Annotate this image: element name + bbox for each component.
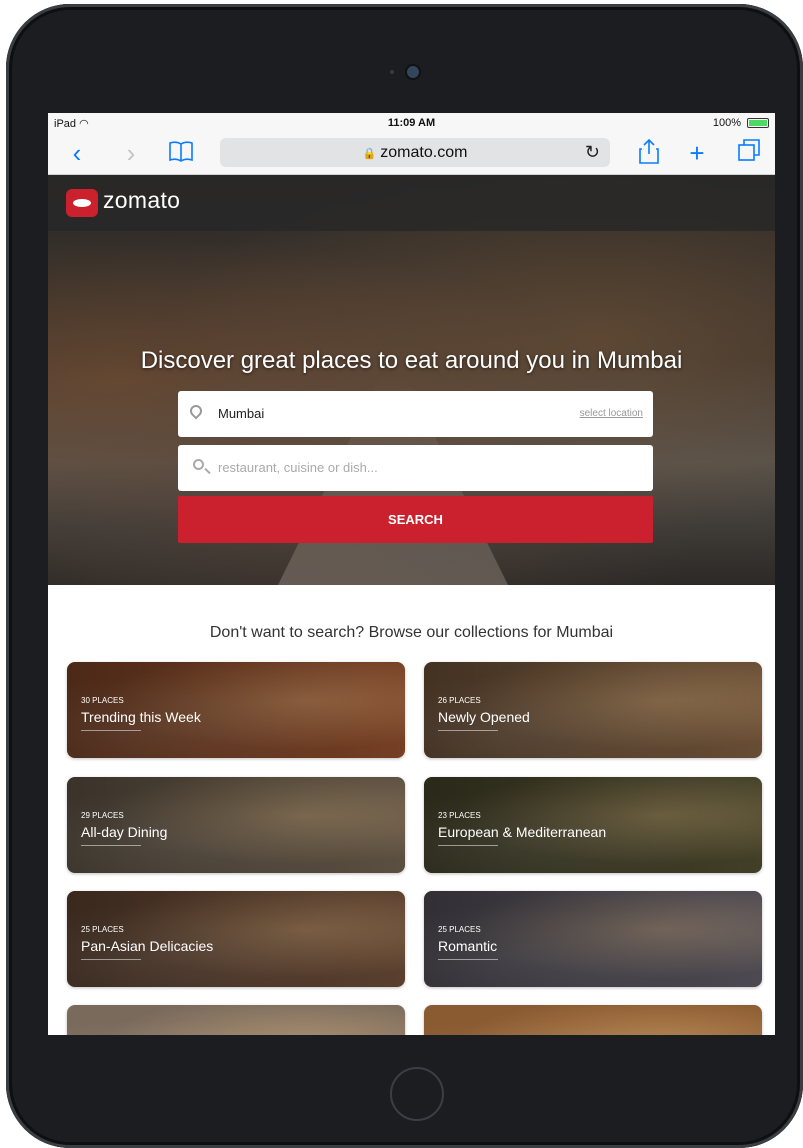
- collection-card[interactable]: [424, 1005, 762, 1035]
- collection-card[interactable]: 30 PLACES Trending this Week: [67, 662, 405, 758]
- collection-image: [67, 1005, 405, 1035]
- logo-text[interactable]: zomato: [103, 187, 180, 214]
- collection-count: 23 PLACES: [438, 811, 481, 820]
- collection-count: 29 PLACES: [81, 811, 124, 820]
- reload-icon[interactable]: ↻: [585, 138, 600, 167]
- collection-card[interactable]: 25 PLACES Pan-Asian Delicacies: [67, 891, 405, 987]
- collection-name: Romantic: [438, 938, 498, 954]
- camera-icon: [407, 66, 419, 78]
- hero-banner: Discover great places to eat around you …: [48, 175, 775, 585]
- collection-name: All-day Dining: [81, 824, 168, 840]
- collection-image: [424, 1005, 762, 1035]
- url-text: zomato.com: [380, 144, 468, 161]
- clock: 11:09 AM: [387, 117, 436, 129]
- collection-name: Trending this Week: [81, 709, 201, 725]
- location-value: Mumbai: [218, 406, 265, 421]
- divider: [438, 845, 498, 846]
- search-icon: [193, 459, 204, 470]
- search-placeholder: restaurant, cuisine or dish...: [218, 460, 378, 475]
- new-tab-icon[interactable]: +: [682, 138, 712, 168]
- collection-name: European & Mediterranean: [438, 824, 607, 840]
- forward-icon[interactable]: ›: [116, 138, 146, 168]
- url-bar[interactable]: 🔒 zomato.com ↻: [220, 138, 610, 167]
- collection-count: 25 PLACES: [81, 925, 124, 934]
- search-input[interactable]: restaurant, cuisine or dish...: [178, 445, 653, 491]
- home-button[interactable]: [390, 1067, 444, 1121]
- divider: [438, 959, 498, 960]
- collection-card[interactable]: [67, 1005, 405, 1035]
- collection-card[interactable]: 25 PLACES Romantic: [424, 891, 762, 987]
- battery-percent: 100%: [712, 117, 741, 129]
- bookmarks-icon[interactable]: [166, 138, 196, 168]
- collection-card[interactable]: 23 PLACES European & Mediterranean: [424, 777, 762, 873]
- screen: iPad ◠ 11:09 AM 100% ‹ › 🔒 zomato.com ↻ +…: [48, 113, 775, 1035]
- divider: [81, 845, 141, 846]
- select-location-link[interactable]: select location: [580, 408, 643, 419]
- lock-icon: 🔒: [362, 148, 377, 160]
- divider: [81, 730, 141, 731]
- status-bar: iPad ◠ 11:09 AM 100%: [48, 113, 775, 133]
- divider: [81, 959, 141, 960]
- collection-card[interactable]: 29 PLACES All-day Dining: [67, 777, 405, 873]
- sensor: [390, 70, 394, 74]
- back-icon[interactable]: ‹: [62, 138, 92, 168]
- collection-card[interactable]: 26 PLACES Newly Opened: [424, 662, 762, 758]
- divider: [438, 730, 498, 731]
- tabs-icon[interactable]: [734, 138, 764, 168]
- collection-count: 25 PLACES: [438, 925, 481, 934]
- location-pin-icon: [187, 402, 205, 420]
- collections-heading: Don't want to search? Browse our collect…: [209, 624, 614, 641]
- search-button[interactable]: SEARCH: [178, 496, 653, 543]
- collection-name: Pan-Asian Delicacies: [81, 938, 214, 954]
- location-input[interactable]: Mumbai select location: [178, 391, 653, 437]
- collection-count: 30 PLACES: [81, 696, 124, 705]
- collection-count: 26 PLACES: [438, 696, 481, 705]
- collection-name: Newly Opened: [438, 709, 530, 725]
- site-header: zomato: [48, 175, 775, 231]
- hero-title: Discover great places to eat around you …: [140, 347, 683, 374]
- battery-icon: [747, 118, 769, 128]
- share-icon[interactable]: [634, 138, 664, 168]
- browser-toolbar: ‹ › 🔒 zomato.com ↻ +: [48, 133, 775, 175]
- zomato-logo-icon[interactable]: [66, 189, 98, 217]
